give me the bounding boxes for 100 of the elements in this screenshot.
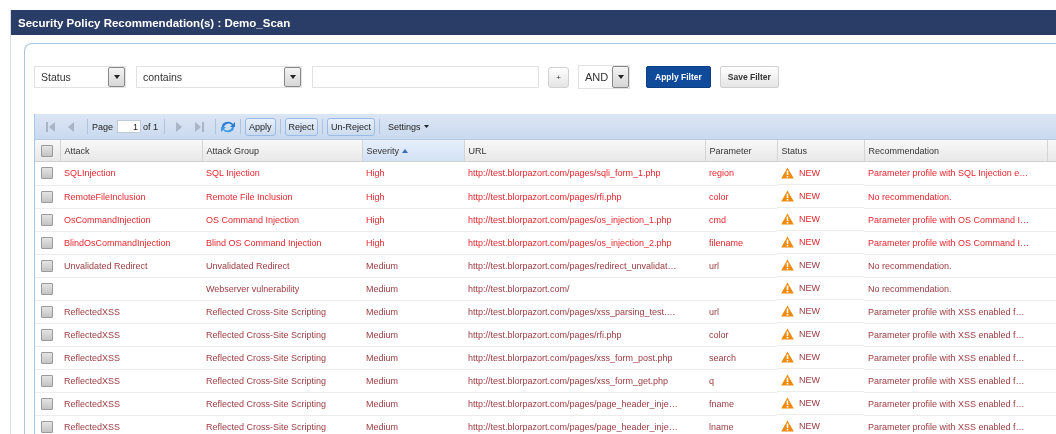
- url-cell: http://test.blorpazort.com/pages/redirect_unvalidat…: [468, 260, 677, 271]
- severity-cell: Medium: [366, 352, 398, 363]
- severity-cell: Medium: [366, 306, 398, 317]
- attack-cell: SQLInjection: [64, 168, 116, 179]
- column-header[interactable]: Attack: [60, 140, 202, 162]
- severity-cell: Medium: [366, 283, 398, 294]
- warning-icon: [781, 305, 794, 317]
- row-checkbox[interactable]: [41, 351, 53, 364]
- attack-cell: RemoteFileInclusion: [64, 191, 146, 202]
- status-text: NEW: [799, 329, 820, 339]
- parameter-cell: q: [709, 375, 714, 386]
- dropdown[interactable]: contains: [136, 66, 302, 88]
- attack-group-cell: OS Command Injection: [206, 214, 300, 225]
- row-checkbox[interactable]: [41, 328, 53, 341]
- recommendation-cell: Parameter profile with OS Command I…: [868, 237, 1030, 248]
- attack-group-cell: Unvalidated Redirect: [206, 260, 290, 271]
- row-checkbox[interactable]: [41, 397, 53, 410]
- url-cell: http://test.blorpazort.com/pages/os_injection_1.php: [468, 214, 672, 225]
- attack-cell: ReflectedXSS: [64, 375, 121, 386]
- status-text: NEW: [799, 375, 820, 385]
- warning-icon: [781, 190, 794, 202]
- severity-cell: Medium: [366, 421, 398, 432]
- parameter-cell: color: [709, 191, 729, 202]
- parameter-cell: url: [709, 260, 719, 271]
- row-checkbox[interactable]: [41, 305, 53, 318]
- warning-icon: [781, 397, 794, 409]
- severity-cell: Medium: [366, 398, 398, 409]
- page-number-field[interactable]: 1: [117, 120, 142, 133]
- parameter-cell: color: [709, 329, 729, 340]
- select-all-checkbox[interactable]: [41, 144, 53, 157]
- url-cell: http://test.blorpazort.com/pages/sqli_form_1.php: [468, 168, 661, 179]
- warning-icon: [781, 420, 794, 432]
- column-header[interactable]: Attack Group: [202, 140, 362, 162]
- severity-cell: High: [366, 191, 385, 202]
- warning-icon: [781, 167, 794, 179]
- recommendation-cell: Parameter profile with XSS enabled f…: [868, 398, 1025, 409]
- warning-icon: [781, 236, 794, 248]
- row-checkbox[interactable]: [41, 282, 53, 295]
- column-header[interactable]: Parameter: [705, 140, 777, 162]
- attack-group-cell: Reflected Cross-Site Scripting: [206, 306, 327, 317]
- severity-cell: Medium: [366, 329, 398, 340]
- attack-group-cell: Reflected Cross-Site Scripting: [206, 375, 327, 386]
- attack-group-cell: Blind OS Command Injection: [206, 237, 322, 248]
- dropdown[interactable]: AND: [578, 65, 630, 89]
- url-cell: http://test.blorpazort.com/pages/rfi.php: [468, 191, 622, 202]
- sort-arrow-icon: [402, 149, 408, 154]
- recommendation-cell: Parameter profile with XSS enabled f…: [868, 352, 1025, 363]
- parameter-cell: search: [709, 352, 736, 363]
- apply-button[interactable]: Apply: [245, 117, 276, 136]
- status-text: NEW: [799, 191, 820, 201]
- reject-button[interactable]: Reject: [284, 117, 319, 136]
- row-checkbox[interactable]: [41, 190, 53, 203]
- severity-cell: Medium: [366, 375, 398, 386]
- url-cell: http://test.blorpazort.com/pages/rfi.php: [468, 329, 622, 340]
- row-checkbox[interactable]: [41, 213, 53, 226]
- recommendation-cell: No recommendation.: [868, 191, 952, 202]
- status-text: NEW: [799, 260, 820, 270]
- url-cell: http://test.blorpazort.com/pages/xss_form_post.php: [468, 352, 673, 363]
- warning-icon: [781, 213, 794, 225]
- warning-icon: [781, 282, 794, 294]
- column-header[interactable]: Recommendation: [864, 140, 1047, 162]
- attack-cell: ReflectedXSS: [64, 306, 121, 317]
- status-text: NEW: [799, 306, 820, 316]
- caret-icon: [617, 75, 624, 79]
- save-filter-button[interactable]: Save Filter: [719, 66, 779, 88]
- row-checkbox[interactable]: [41, 167, 53, 180]
- dropdown[interactable]: Status: [34, 66, 126, 88]
- parameter-cell: lname: [709, 421, 734, 432]
- row-checkbox[interactable]: [41, 420, 53, 433]
- window-title: Security Policy Recommendation(s) : Demo_Scan: [18, 16, 291, 29]
- page-label: Page: [92, 121, 114, 132]
- status-text: NEW: [799, 398, 820, 408]
- warning-icon: [781, 328, 794, 340]
- row-checkbox[interactable]: [41, 236, 53, 249]
- refresh-icon[interactable]: [220, 119, 237, 134]
- attack-group-cell: Webserver vulnerability: [206, 283, 300, 294]
- warning-icon: [781, 351, 794, 363]
- attack-group-cell: Reflected Cross-Site Scripting: [206, 329, 327, 340]
- settings-menu-button[interactable]: Settings: [384, 121, 433, 132]
- attack-cell: BlindOsCommandInjection: [64, 237, 171, 248]
- filter-value-field[interactable]: [312, 66, 539, 88]
- severity-cell: High: [366, 214, 385, 225]
- caret-icon: [423, 125, 429, 128]
- column-header[interactable]: URL: [464, 140, 705, 162]
- row-checkbox[interactable]: [41, 374, 53, 387]
- attack-group-cell: SQL Injection: [206, 168, 260, 179]
- column-header[interactable]: Status: [777, 140, 864, 162]
- status-text: NEW: [799, 421, 820, 431]
- row-checkbox[interactable]: [41, 259, 53, 272]
- un-reject-button[interactable]: Un-Reject: [327, 117, 376, 136]
- recommendation-cell: No recommendation.: [868, 283, 952, 294]
- parameter-cell: cmd: [709, 214, 726, 225]
- add-button[interactable]: +: [548, 66, 569, 88]
- attack-cell: ReflectedXSS: [64, 329, 121, 340]
- caret-icon: [289, 75, 296, 79]
- apply-filter-button[interactable]: Apply Filter: [646, 66, 711, 88]
- severity-cell: High: [366, 168, 385, 179]
- recommendation-cell: Parameter profile with XSS enabled f…: [868, 375, 1025, 386]
- column-header[interactable]: Severity: [362, 140, 464, 162]
- attack-cell: ReflectedXSS: [64, 398, 121, 409]
